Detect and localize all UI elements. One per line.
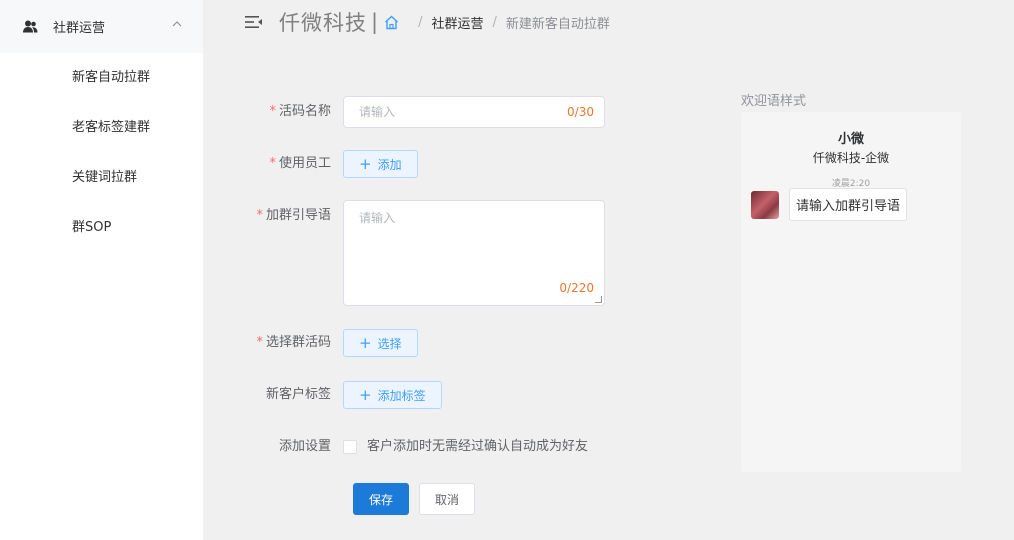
preview-message-bubble: 请输入加群引导语 (789, 188, 908, 221)
sidebar-group-header[interactable]: 社群运营 (0, 0, 203, 53)
guide-textarea[interactable]: 请输入 0/220 (343, 200, 605, 306)
required-mark: * (269, 104, 276, 119)
guide-label: * 加群引导语 (256, 208, 331, 223)
sidebar-item-group-sop[interactable]: 群SOP (0, 203, 203, 253)
sidebar-item-keyword-group[interactable]: 关键词拉群 (0, 153, 203, 203)
sidebar-item-old-customer-tag-group[interactable]: 老客标签建群 (0, 103, 203, 153)
form-row-staff: * 使用员工 + 添加 (203, 148, 418, 180)
select-group-code-button[interactable]: + 选择 (343, 329, 418, 357)
form-row-settings: 添加设置 客户添加时无需经过确认自动成为好友 (203, 431, 588, 463)
form-row-code-name: * 活码名称 请输入 0/30 (203, 96, 605, 128)
save-button[interactable]: 保存 (353, 483, 409, 515)
form-row-guide: * 加群引导语 请输入 0/220 (203, 200, 605, 306)
resize-handle-icon[interactable] (595, 296, 602, 303)
required-mark: * (256, 335, 263, 350)
auto-friend-checkbox-label[interactable]: 客户添加时无需经过确认自动成为好友 (367, 431, 588, 463)
sidebar-item-new-customer-group[interactable]: 新客自动拉群 (0, 53, 203, 103)
plus-icon: + (359, 154, 372, 173)
preview-company: 仟微科技-企微 (812, 151, 890, 165)
sidebar-group-label: 社群运营 (53, 21, 106, 36)
settings-label: 添加设置 (278, 439, 331, 454)
code-name-label: * 活码名称 (269, 104, 331, 119)
add-staff-button[interactable]: + 添加 (343, 150, 418, 178)
sidebar-submenu: 新客自动拉群 老客标签建群 关键词拉群 群SOP (0, 53, 203, 253)
cancel-button[interactable]: 取消 (419, 483, 475, 515)
chevron-up-icon (171, 18, 183, 30)
create-form: * 活码名称 请输入 0/30 * 使用员工 + 添加 * 加群引导语 请输入 0/22… (203, 0, 723, 540)
group-code-label: * 选择群活码 (256, 335, 331, 350)
staff-label: * 使用员工 (269, 156, 331, 171)
welcome-preview: 小微 仟微科技-企微 凌晨2:20 请输入加群引导语 (741, 112, 961, 472)
tags-label: 新客户标签 (265, 387, 331, 402)
code-name-input[interactable]: 请输入 0/30 (343, 96, 605, 128)
preview-sender-name: 小微 (837, 132, 864, 147)
form-actions: 保存 取消 (353, 483, 475, 515)
avatar (751, 190, 779, 219)
preview-title: 欢迎语样式 (741, 94, 807, 109)
add-tag-button[interactable]: + 添加标签 (343, 381, 442, 409)
code-name-counter: 0/30 (567, 105, 594, 119)
form-row-tags: 新客户标签 + 添加标签 (203, 379, 442, 411)
guide-placeholder: 请输入 (359, 211, 396, 225)
required-mark: * (256, 208, 263, 223)
auto-friend-checkbox[interactable] (343, 440, 357, 454)
guide-counter: 0/220 (559, 281, 594, 295)
plus-icon: + (359, 333, 372, 352)
code-name-placeholder: 请输入 (359, 105, 396, 119)
sidebar: 社群运营 新客自动拉群 老客标签建群 关键词拉群 群SOP (0, 0, 203, 540)
required-mark: * (269, 156, 276, 171)
form-row-group-code: * 选择群活码 + 选择 (203, 327, 418, 359)
preview-message: 请输入加群引导语 (751, 188, 908, 221)
user-group-icon (22, 19, 38, 35)
plus-icon: + (359, 385, 372, 404)
